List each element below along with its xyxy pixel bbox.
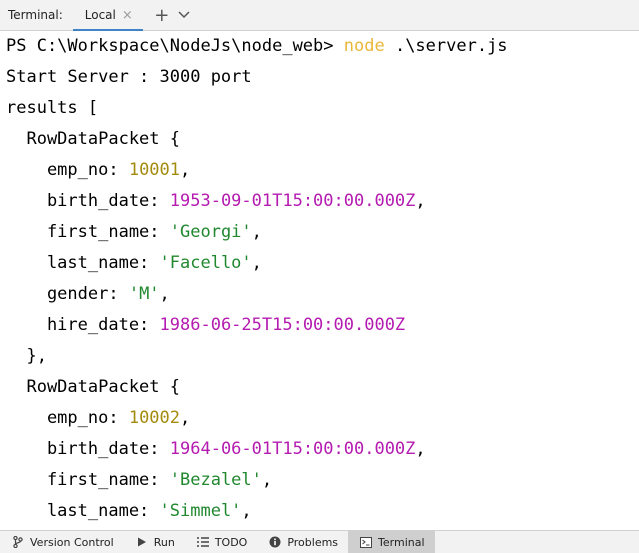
terminal-text: , — [415, 191, 426, 211]
close-icon[interactable]: × — [122, 9, 133, 22]
terminal-text: last_name: — [6, 253, 160, 273]
terminal-token-date: 1964-06-01T15:00:00.000Z — [169, 439, 416, 459]
terminal-tool-window-header: Terminal: Local × + — [0, 0, 639, 32]
terminal-text: , — [241, 501, 252, 521]
terminal-line: hire_date: 1986-06-25T15:00:00.000Z — [6, 310, 405, 341]
terminal-line: birth_date: 1964-06-01T15:00:00.000Z, — [6, 434, 426, 465]
terminal-line: emp_no: 10001, — [6, 155, 190, 186]
problems-button[interactable]: Problems — [257, 531, 348, 553]
terminal-text: , — [251, 222, 262, 242]
terminal-line: RowDataPacket { — [6, 124, 180, 155]
list-icon — [196, 536, 209, 548]
terminal-line: Start Server : 3000 port — [6, 62, 252, 93]
problems-label: Problems — [287, 535, 339, 549]
tab-local[interactable]: Local × — [72, 0, 143, 32]
terminal-token-str: 'Simmel' — [159, 501, 242, 521]
terminal-token-str: 'Georgi' — [169, 222, 252, 242]
terminal-text: , — [415, 439, 426, 459]
branch-icon — [12, 536, 24, 548]
terminal-text: , — [180, 408, 191, 428]
run-button[interactable]: Run — [124, 531, 185, 553]
terminal-text: RowDataPacket { — [6, 129, 180, 149]
version-control-label: Version Control — [30, 535, 114, 549]
terminal-text: birth_date: — [6, 191, 170, 211]
run-label: Run — [153, 535, 175, 549]
terminal-text: results [ — [6, 98, 99, 118]
terminal-text: PS C:\Workspace\NodeJs\node_web> — [6, 36, 344, 56]
terminal-line: }, — [6, 341, 47, 372]
terminal-token-str: 'Bezalel' — [169, 470, 262, 490]
terminal-token-num: 10001 — [128, 160, 181, 180]
tab-label: Local — [84, 8, 116, 22]
terminal-line: emp_no: 10002, — [6, 403, 190, 434]
terminal-token-str: 'Facello' — [159, 253, 252, 273]
terminal-icon — [360, 536, 373, 548]
terminal-text: , — [251, 253, 262, 273]
terminal-text: .\server.js — [384, 36, 508, 56]
version-control-button[interactable]: Version Control — [0, 531, 124, 553]
todo-label: TODO — [214, 535, 248, 549]
terminal-text: gender: — [6, 284, 129, 304]
terminal-text: first_name: — [6, 222, 170, 242]
terminal-token-str: 'M' — [128, 284, 160, 304]
terminal-line: gender: 'M', — [6, 279, 170, 310]
terminal-text: birth_date: — [6, 439, 170, 459]
terminal-line: results [ — [6, 93, 98, 124]
terminal-line: birth_date: 1953-09-01T15:00:00.000Z, — [6, 186, 426, 217]
terminal-text: first_name: — [6, 470, 170, 490]
terminal-text: emp_no: — [6, 408, 129, 428]
terminal-text: Start Server : 3000 port — [6, 67, 252, 87]
terminal-token-date: 1986-06-25T15:00:00.000Z — [159, 315, 406, 335]
terminal-text: }, — [6, 346, 47, 366]
terminal-text: last_name: — [6, 501, 160, 521]
terminal-token-num: 10002 — [128, 408, 181, 428]
terminal-line: PS C:\Workspace\NodeJs\node_web> node .\… — [6, 31, 508, 62]
chevron-down-icon[interactable] — [173, 4, 195, 26]
terminal-text: , — [180, 160, 191, 180]
terminal-text: hire_date: — [6, 315, 160, 335]
terminal-label: Terminal — [378, 535, 425, 549]
tool-window-title: Terminal: — [8, 8, 63, 22]
info-icon — [269, 536, 281, 548]
terminal-token-date: 1953-09-01T15:00:00.000Z — [169, 191, 416, 211]
new-tab-button[interactable]: + — [151, 4, 173, 26]
terminal-text: , — [159, 284, 170, 304]
terminal-text: emp_no: — [6, 160, 129, 180]
terminal-line: RowDataPacket { — [6, 372, 180, 403]
bottom-tool-bar: Version Control Run TODO Problems Termin… — [0, 530, 639, 553]
play-icon — [136, 536, 148, 548]
terminal-text: , — [261, 470, 273, 490]
terminal-line: first_name: 'Georgi', — [6, 217, 262, 248]
terminal-output[interactable]: PS C:\Workspace\NodeJs\node_web> node .\… — [0, 31, 639, 530]
terminal-token-cmd: node — [343, 36, 385, 56]
terminal-line: last_name: 'Facello', — [6, 248, 262, 279]
terminal-line: first_name: 'Bezalel', — [6, 465, 272, 496]
todo-button[interactable]: TODO — [185, 531, 258, 553]
terminal-button[interactable]: Terminal — [348, 531, 435, 553]
terminal-line: last_name: 'Simmel', — [6, 496, 252, 527]
terminal-text: RowDataPacket { — [6, 377, 180, 397]
